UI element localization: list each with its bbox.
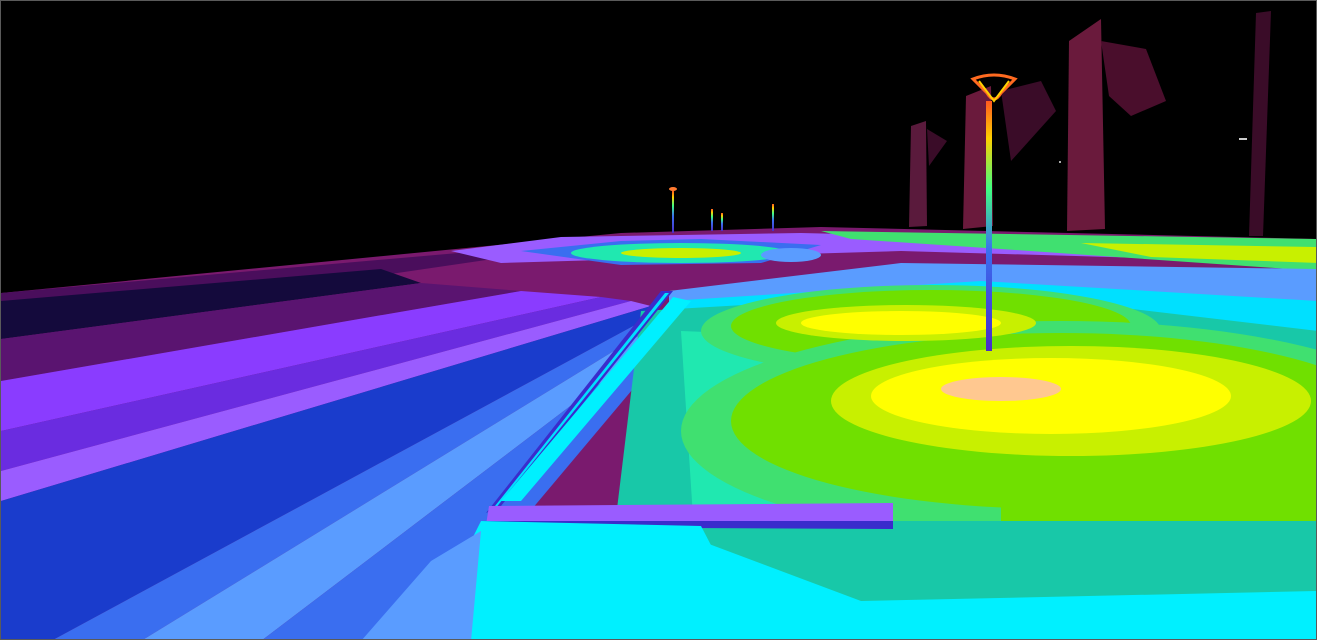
building-icon bbox=[1067, 19, 1105, 231]
street-lamp-icon bbox=[721, 213, 723, 231]
street-lamp-icon bbox=[772, 204, 774, 231]
false-color-illuminance-render bbox=[0, 0, 1317, 640]
distant-light bbox=[1059, 161, 1061, 163]
distant-light bbox=[1239, 138, 1247, 140]
building-icon bbox=[909, 121, 927, 227]
luminance-heatmap-scene bbox=[1, 1, 1316, 639]
street-lamp-icon bbox=[711, 209, 713, 231]
